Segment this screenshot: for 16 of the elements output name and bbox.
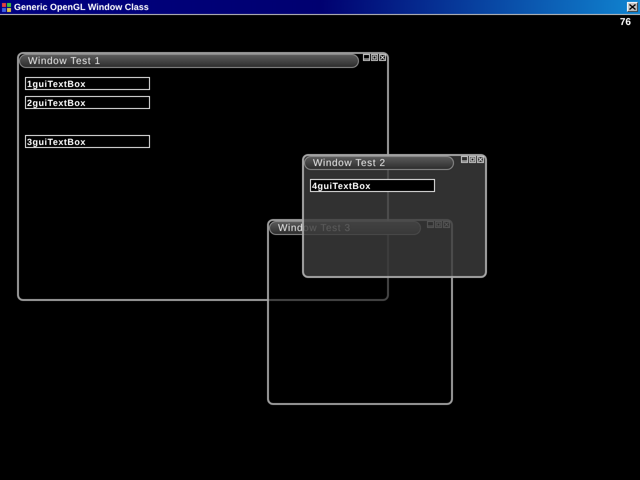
minimize-icon[interactable] <box>461 156 468 163</box>
text-box[interactable]: 4guiTextBox <box>310 179 435 192</box>
text-box[interactable]: 3guiTextBox <box>25 135 150 148</box>
gui-window-title[interactable]: Window Test 1 <box>19 54 359 68</box>
close-icon[interactable] <box>477 156 484 163</box>
fps-counter: 76 <box>620 17 631 28</box>
app-icon <box>2 2 11 12</box>
text-box[interactable]: 1guiTextBox <box>25 77 150 90</box>
close-icon[interactable] <box>379 54 386 61</box>
window-title: Generic OpenGL Window Class <box>14 2 150 12</box>
maximize-icon[interactable] <box>469 156 476 163</box>
close-button[interactable] <box>627 2 638 12</box>
maximize-icon[interactable] <box>371 54 378 61</box>
gui-window-title[interactable]: Window Test 2 <box>304 156 454 170</box>
minimize-icon[interactable] <box>363 54 370 61</box>
text-box[interactable]: 2guiTextBox <box>25 96 150 109</box>
